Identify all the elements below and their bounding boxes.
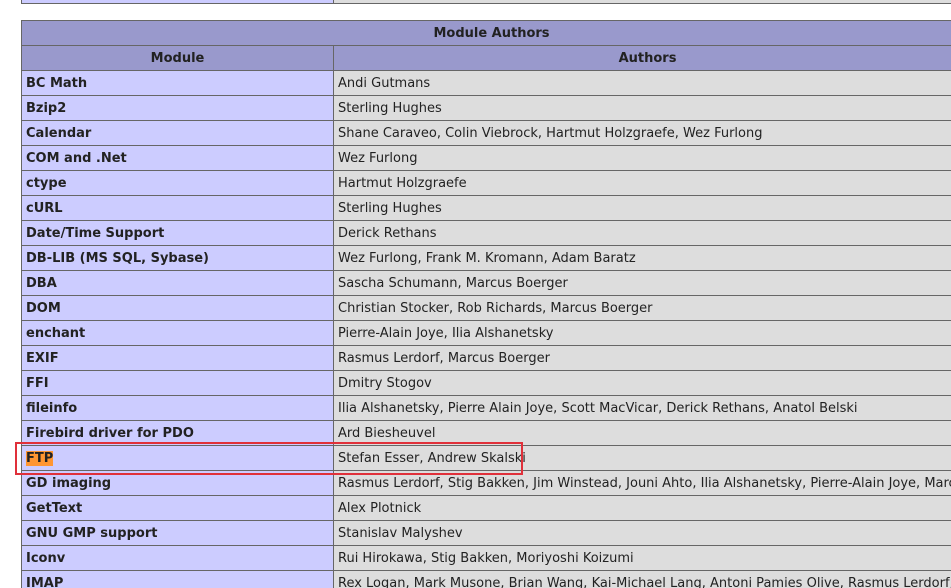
table-row: enchant Pierre-Alain Joye, Ilia Alshanets…	[21, 320, 951, 346]
table-row: COM and .Net Wez Furlong	[21, 145, 951, 171]
table-row: DOM Christian Stocker, Rob Richards, Marc…	[21, 295, 951, 321]
module-name: Date/Time Support	[26, 225, 165, 241]
module-name-cell: GetText	[21, 495, 334, 521]
module-name-cell: GNU GMP support	[21, 520, 334, 546]
module-name: DOM	[26, 300, 61, 316]
table-row: DB-LIB (MS SQL, Sybase) Wez Furlong, Fran…	[21, 245, 951, 271]
table-row: cURL Sterling Hughes	[21, 195, 951, 221]
module-name: DB-LIB (MS SQL, Sybase)	[26, 250, 209, 266]
module-name-cell: GD imaging	[21, 470, 334, 496]
module-name-cell: Date/Time Support	[21, 220, 334, 246]
module-name: cURL	[26, 200, 63, 216]
table-row: EXIF Rasmus Lerdorf, Marcus Boerger	[21, 345, 951, 371]
module-name: BC Math	[26, 75, 88, 91]
column-header-authors: Authors	[333, 45, 951, 71]
authors-cell: Ilia Alshanetsky, Pierre Alain Joye, Sco…	[333, 395, 951, 421]
module-name: EXIF	[26, 350, 59, 366]
module-name: DBA	[26, 275, 57, 291]
table-row: IMAP Rex Logan, Mark Musone, Brian Wang, …	[21, 570, 951, 588]
authors-cell: Rui Hirokawa, Stig Bakken, Moriyoshi Koi…	[333, 545, 951, 571]
module-name-cell: DOM	[21, 295, 334, 321]
module-name-cell: BC Math	[21, 70, 334, 96]
module-name-cell: EXIF	[21, 345, 334, 371]
authors-cell: Sterling Hughes	[333, 195, 951, 221]
table-row: FTP Stefan Esser, Andrew Skalski	[21, 445, 951, 471]
module-name: GD imaging	[26, 475, 112, 491]
phpinfo-page: Module Authors Module Authors BC Math And…	[0, 0, 951, 588]
authors-cell: Stanislav Malyshev	[333, 520, 951, 546]
table-row: GetText Alex Plotnick	[21, 495, 951, 521]
table-row: Calendar Shane Caraveo, Colin Viebrock, H…	[21, 120, 951, 146]
authors-cell: Stefan Esser, Andrew Skalski	[333, 445, 951, 471]
authors-cell: Christian Stocker, Rob Richards, Marcus …	[333, 295, 951, 321]
module-name: FFI	[26, 375, 49, 391]
module-name: enchant	[26, 325, 86, 341]
module-name-cell: fileinfo	[21, 395, 334, 421]
module-name-cell: Iconv	[21, 545, 334, 571]
authors-cell: Wez Furlong, Frank M. Kromann, Adam Bara…	[333, 245, 951, 271]
table-body: BC Math Andi Gutmans Bzip2 Sterling Hughes C…	[21, 70, 951, 588]
module-name-cell: DBA	[21, 270, 334, 296]
module-name: Iconv	[26, 550, 66, 566]
authors-cell: Dmitry Stogov	[333, 370, 951, 396]
table-row: GD imaging Rasmus Lerdorf, Stig Bakken, J…	[21, 470, 951, 496]
module-name: GetText	[26, 500, 83, 516]
module-name-cell: Bzip2	[21, 95, 334, 121]
module-name: Firebird driver for PDO	[26, 425, 194, 441]
table-row: Iconv Rui Hirokawa, Stig Bakken, Moriyosh…	[21, 545, 951, 571]
module-name-cell: FFI	[21, 370, 334, 396]
module-name-cell: Calendar	[21, 120, 334, 146]
authors-cell: Shane Caraveo, Colin Viebrock, Hartmut H…	[333, 120, 951, 146]
column-header-module: Module	[21, 45, 334, 71]
module-name-cell: IMAP	[21, 570, 334, 588]
module-name-cell: enchant	[21, 320, 334, 346]
authors-cell: Sterling Hughes	[333, 95, 951, 121]
authors-cell: Hartmut Holzgraefe	[333, 170, 951, 196]
authors-cell: Andi Gutmans	[333, 70, 951, 96]
module-name: Calendar	[26, 125, 92, 141]
module-name-cell: DB-LIB (MS SQL, Sybase)	[21, 245, 334, 271]
authors-cell: Rasmus Lerdorf, Stig Bakken, Jim Winstea…	[333, 470, 951, 496]
module-name-cell: FTP	[21, 445, 334, 471]
module-name: GNU GMP support	[26, 525, 158, 541]
table-row: fileinfo Ilia Alshanetsky, Pierre Alain J…	[21, 395, 951, 421]
table-row: BC Math Andi Gutmans	[21, 70, 951, 96]
module-name-cell: COM and .Net	[21, 145, 334, 171]
authors-cell: Sascha Schumann, Marcus Boerger	[333, 270, 951, 296]
module-name-cell: cURL	[21, 195, 334, 221]
table-row: Date/Time Support Derick Rethans	[21, 220, 951, 246]
table-caption-row: Module Authors	[21, 20, 951, 46]
table-row: DBA Sascha Schumann, Marcus Boerger	[21, 270, 951, 296]
module-name-cell: Firebird driver for PDO	[21, 420, 334, 446]
module-authors-table: Module Authors Module Authors BC Math And…	[21, 20, 951, 588]
authors-cell: Ard Biesheuvel	[333, 420, 951, 446]
previous-table-value-cell	[333, 0, 951, 4]
authors-cell: Rasmus Lerdorf, Marcus Boerger	[333, 345, 951, 371]
authors-cell: Pierre-Alain Joye, Ilia Alshanetsky	[333, 320, 951, 346]
table-row: Firebird driver for PDO Ard Biesheuvel	[21, 420, 951, 446]
module-name: fileinfo	[26, 400, 78, 416]
table-row: ctype Hartmut Holzgraefe	[21, 170, 951, 196]
table-row: Bzip2 Sterling Hughes	[21, 95, 951, 121]
authors-cell: Alex Plotnick	[333, 495, 951, 521]
authors-cell: Rex Logan, Mark Musone, Brian Wang, Kai-…	[333, 570, 951, 588]
module-name: ctype	[26, 175, 67, 191]
table-caption: Module Authors	[21, 20, 951, 46]
module-name: IMAP	[26, 575, 64, 588]
previous-table-key-cell	[21, 0, 334, 4]
authors-cell: Wez Furlong	[333, 145, 951, 171]
module-name: COM and .Net	[26, 150, 127, 166]
table-row: GNU GMP support Stanislav Malyshev	[21, 520, 951, 546]
search-highlight-match: FTP	[26, 450, 54, 466]
table-header-row: Module Authors	[21, 45, 951, 71]
module-name-cell: ctype	[21, 170, 334, 196]
table-row: FFI Dmitry Stogov	[21, 370, 951, 396]
module-name: Bzip2	[26, 100, 67, 116]
authors-cell: Derick Rethans	[333, 220, 951, 246]
previous-table-fragment	[21, 0, 951, 4]
